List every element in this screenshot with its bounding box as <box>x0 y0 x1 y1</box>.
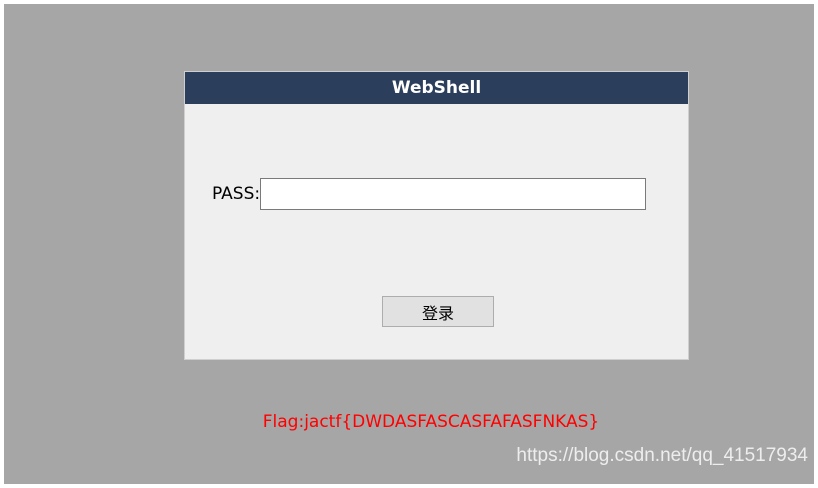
login-panel: WebShell PASS: 登录 <box>184 71 689 360</box>
login-button[interactable]: 登录 <box>382 296 494 327</box>
watermark-text: https://blog.csdn.net/qq_41517934 <box>516 445 808 466</box>
password-input[interactable] <box>260 178 647 210</box>
password-label: PASS: <box>212 184 261 204</box>
password-row: PASS: <box>212 178 647 210</box>
flag-text: Flag:jactf{DWDASFASCASFAFASFNKAS} <box>262 412 600 432</box>
panel-title: WebShell <box>185 72 688 104</box>
